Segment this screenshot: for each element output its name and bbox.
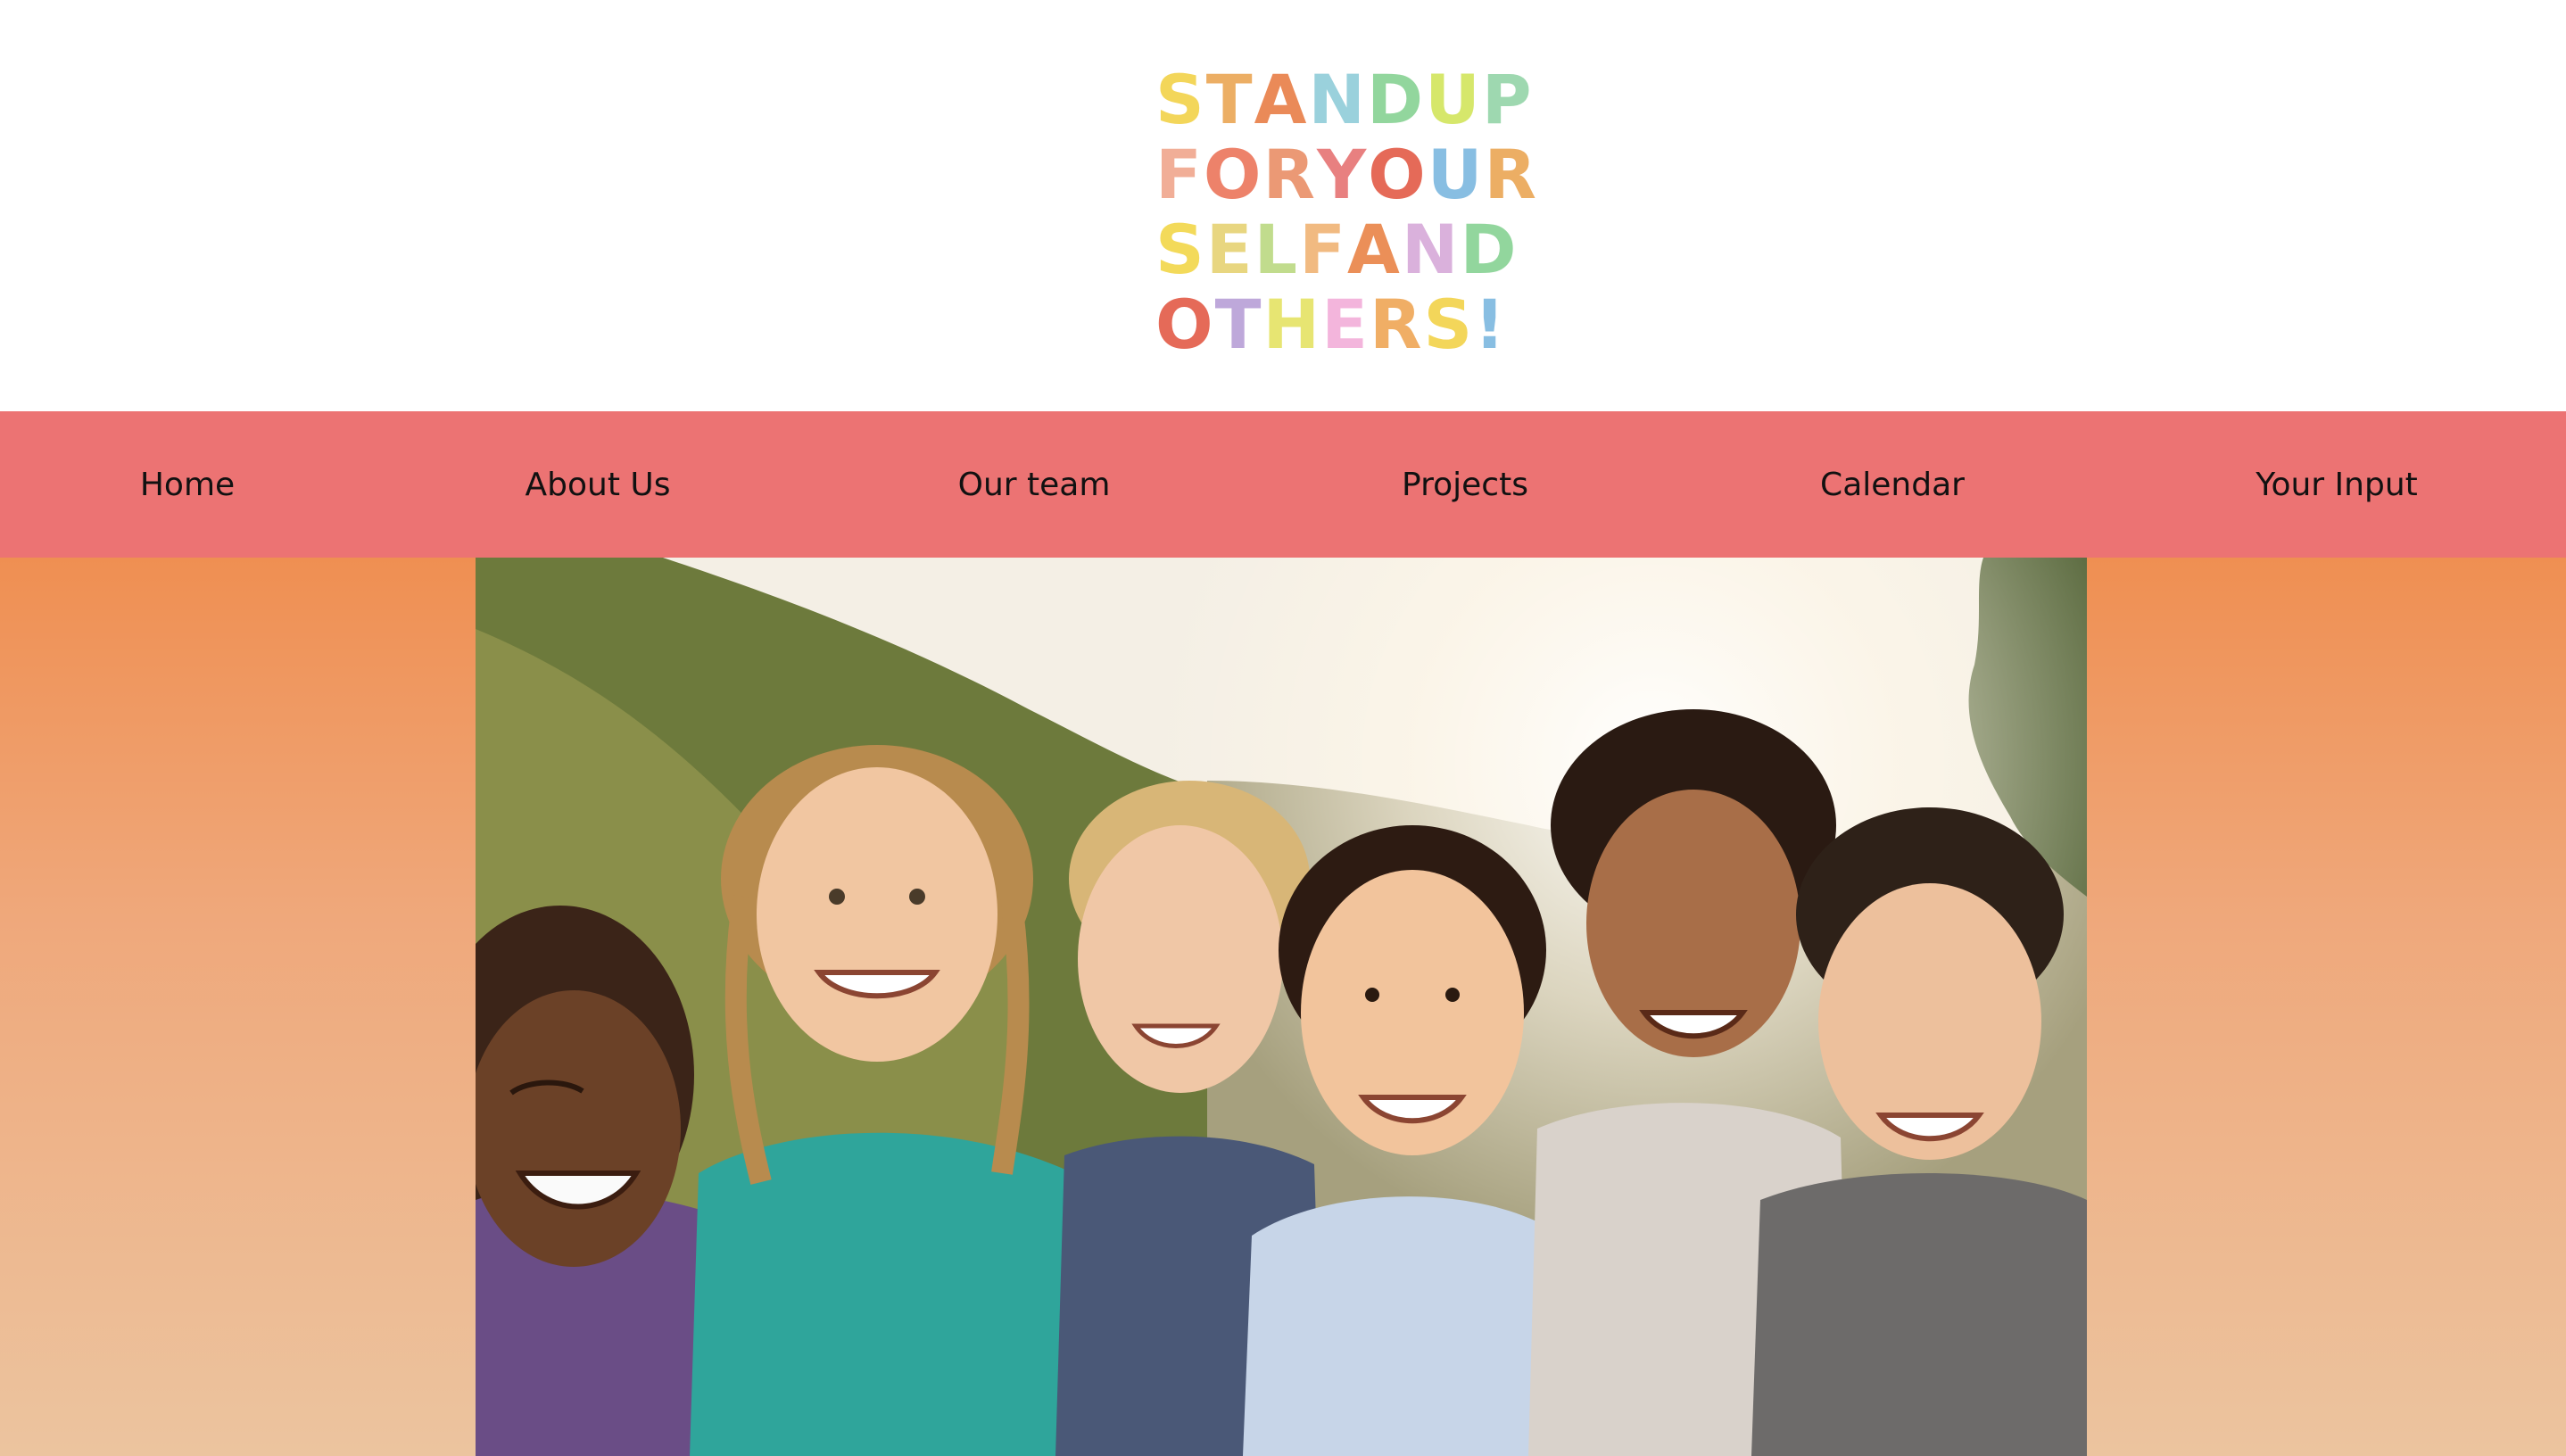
logo-letter: L (1254, 210, 1300, 289)
nav-projects[interactable]: Projects (1402, 411, 1528, 558)
hero-section (0, 558, 2566, 1456)
logo-letter: O (1155, 285, 1215, 364)
hero-photo (476, 558, 2087, 1456)
logo-letter: S (1155, 210, 1206, 289)
nav-your-input[interactable]: Your Input (2256, 411, 2418, 558)
nav-our-team[interactable]: Our team (958, 411, 1111, 558)
logo-letter: H (1262, 285, 1322, 364)
logo-letter: N (1308, 60, 1368, 139)
logo-letter: T (1205, 60, 1254, 139)
logo-letter: U (1427, 135, 1485, 214)
logo-letter: N (1401, 210, 1461, 289)
main-nav: Home About Us Our team Projects Calendar… (0, 411, 2566, 558)
site-logo[interactable]: S T A N D U P F O R Y O U R S E L F A N D O T H E R S! (1155, 60, 1536, 359)
logo-letter: D (1367, 60, 1426, 139)
logo-letter: E (1205, 210, 1254, 289)
logo-letter: Y (1317, 135, 1369, 214)
logo-letter: T (1214, 285, 1263, 364)
logo-line: FORYOUR (1155, 135, 1536, 214)
logo-letter: O (1203, 135, 1263, 214)
logo-letter: R (1484, 135, 1538, 214)
logo-letter: ! (1474, 285, 1507, 364)
logo-letter: S (1155, 60, 1206, 139)
logo-letter: S (1423, 285, 1475, 364)
logo-letter: U (1425, 60, 1482, 139)
nav-about-us[interactable]: About Us (526, 411, 671, 558)
logo-letter: A (1254, 60, 1309, 139)
logo-line: STANDUP (1155, 60, 1532, 139)
logo-letter: F (1155, 135, 1204, 214)
nav-calendar[interactable]: Calendar (1820, 411, 1965, 558)
logo-letter: R (1262, 135, 1318, 214)
logo-letter: R (1369, 285, 1424, 364)
logo-line: O T H E R S! (1155, 285, 1505, 364)
logo-letter: D (1460, 210, 1519, 289)
logo-line: SELFAND (1155, 210, 1517, 289)
logo-letter: F (1299, 210, 1348, 289)
logo-letter: O (1368, 135, 1428, 214)
logo-letter: E (1321, 285, 1370, 364)
logo-letter: A (1347, 210, 1402, 289)
nav-home[interactable]: Home (140, 411, 235, 558)
site-header: S T A N D U P F O R Y O U R S E L F A N D O T H E R S! (0, 0, 2566, 411)
logo-letter: P (1481, 60, 1534, 139)
